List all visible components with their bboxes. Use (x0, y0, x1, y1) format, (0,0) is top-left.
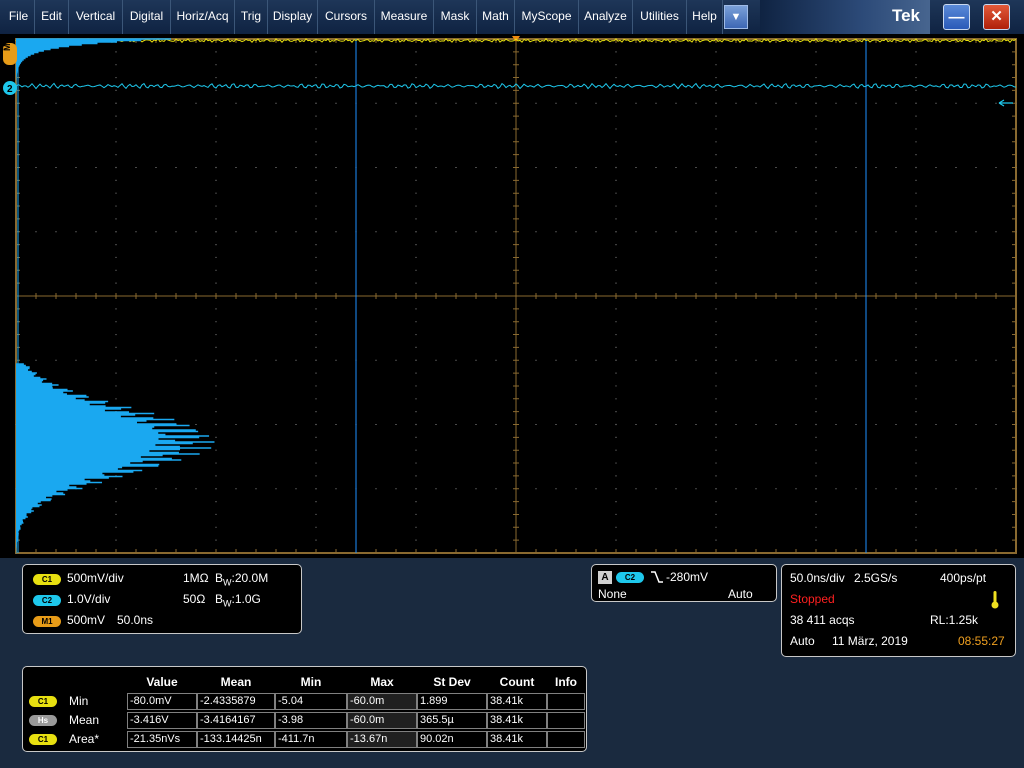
math1-time: 50.0ns (117, 613, 154, 627)
ch1-bandwidth: BW:20.0M (215, 571, 269, 588)
waveform-graticule: M1 2 (2, 36, 1017, 554)
menu-display[interactable]: Display (268, 0, 318, 34)
meas-cell-max: -60.0m (347, 712, 417, 729)
math1-scale[interactable]: 500mV (67, 613, 105, 627)
meas-header-mean: Mean (220, 675, 252, 689)
meas-header-count: Count (499, 675, 535, 689)
menu-file[interactable]: File (3, 0, 35, 34)
trigger-level: -280mV (666, 570, 709, 584)
menu-digital[interactable]: Digital (123, 0, 171, 34)
meas-cell-info (547, 731, 585, 748)
meas-cell-mean: -2.4335879 (197, 693, 275, 710)
meas-row-badge: C1 (29, 696, 57, 707)
menu-dropdown-button[interactable]: ▼ (724, 5, 748, 29)
sample-rate: 2.5GS/s (854, 571, 898, 585)
menu-help[interactable]: Help (687, 0, 723, 34)
meas-cell-max: -60.0m (347, 693, 417, 710)
meas-cell-min: -5.04 (275, 693, 347, 710)
falling-edge-icon (651, 571, 663, 583)
meas-cell-st-dev: 90.02n (417, 731, 487, 748)
meas-cell-count: 38.41k (487, 731, 547, 748)
trigger-coupling: None (598, 587, 627, 601)
minimize-icon: — (948, 9, 965, 26)
menu-trig[interactable]: Trig (235, 0, 268, 34)
meas-cell-value: -3.416V (127, 712, 197, 729)
record-length: RL:1.25k (930, 613, 979, 627)
measurements-table[interactable]: Value Mean Min Max St Dev Count Info C1 Min -80.0… (22, 666, 587, 752)
clock-time: 08:55:27 (958, 634, 1005, 648)
menu-analyze[interactable]: Analyze (579, 0, 633, 34)
meas-header-value: Value (146, 675, 178, 689)
meas-cell-min: -411.7n (275, 731, 347, 748)
ch2-badge[interactable]: C2 (33, 595, 61, 606)
ch2-marker-label: 2 (7, 84, 13, 95)
meas-row-label[interactable]: Area* (69, 732, 99, 746)
timebase: 50.0ns/div (790, 571, 845, 585)
menu-vertical[interactable]: Vertical (69, 0, 123, 34)
meas-row-badge: C1 (29, 734, 57, 745)
acquisition-mode: Auto (790, 634, 815, 648)
brand-logo: Tek (760, 0, 930, 34)
brand-text: Tek (891, 6, 920, 25)
channel-readout-panel[interactable]: C1 500mV/div 1MΩ BW:20.0M C2 1.0V/div 50… (22, 564, 302, 634)
resolution: 400ps/pt (940, 571, 987, 585)
meas-cell-mean: -3.4164167 (197, 712, 275, 729)
meas-cell-info (547, 712, 585, 729)
acquisition-state: Stopped (790, 592, 835, 606)
meas-header-info: Info (555, 675, 577, 689)
trigger-readout-panel[interactable]: A C2 -280mV None Auto (591, 564, 777, 602)
meas-cell-count: 38.41k (487, 712, 547, 729)
meas-cell-max: -13.67n (347, 731, 417, 748)
meas-cell-st-dev: 1.899 (417, 693, 487, 710)
meas-header-min: Min (300, 675, 322, 689)
minimize-button[interactable]: — (943, 4, 970, 30)
meas-header-max: Max (370, 675, 394, 689)
chevron-down-icon: ▼ (730, 11, 742, 23)
menu-myscope[interactable]: MyScope (515, 0, 579, 34)
meas-cell-count: 38.41k (487, 693, 547, 710)
ch2-reference-arrow (998, 99, 1013, 107)
ch2-scale[interactable]: 1.0V/div (67, 592, 110, 606)
menu-utilities[interactable]: Utilities (633, 0, 687, 34)
menu-horiz-acq[interactable]: Horiz/Acq (171, 0, 235, 34)
trigger-label: A (598, 571, 612, 584)
meas-row-label[interactable]: Mean (69, 713, 99, 727)
math1-badge[interactable]: M1 (33, 616, 61, 627)
meas-row-label[interactable]: Min (69, 694, 88, 708)
ch1-scale[interactable]: 500mV/div (67, 571, 124, 585)
meas-cell-info (547, 693, 585, 710)
menu-measure[interactable]: Measure (375, 0, 434, 34)
meas-cell-value: -80.0mV (127, 693, 197, 710)
menu-mask[interactable]: Mask (434, 0, 477, 34)
trigger-mode: Auto (728, 587, 753, 601)
meas-cell-min: -3.98 (275, 712, 347, 729)
close-button[interactable]: ✕ (983, 4, 1010, 30)
trigger-source-badge: C2 (616, 572, 644, 583)
menu-cursors[interactable]: Cursors (318, 0, 375, 34)
meas-header-st-dev: St Dev (433, 675, 471, 689)
ch1-impedance: 1MΩ (183, 571, 209, 585)
thermometer-icon (991, 591, 999, 609)
ch1-badge[interactable]: C1 (33, 574, 61, 585)
math1-marker-label: M1 (2, 38, 12, 51)
meas-row-badge: Hs (29, 715, 57, 726)
menu-edit[interactable]: Edit (35, 0, 69, 34)
close-icon: ✕ (990, 8, 1003, 25)
acquisition-count: 38 411 acqs (790, 613, 855, 627)
ch2-bandwidth: BW:1.0G (215, 592, 261, 609)
waveform-display[interactable]: M1 2 (0, 34, 1024, 558)
meas-cell-value: -21.35nVs (127, 731, 197, 748)
acquisition-readout-panel[interactable]: 50.0ns/div 2.5GS/s 400ps/pt Stopped 38 4… (781, 564, 1016, 657)
date: 11 März, 2019 (832, 634, 908, 648)
meas-cell-mean: -133.14425n (197, 731, 275, 748)
meas-cell-st-dev: 365.5µ (417, 712, 487, 729)
ch2-impedance: 50Ω (183, 592, 206, 606)
menu-math[interactable]: Math (477, 0, 515, 34)
